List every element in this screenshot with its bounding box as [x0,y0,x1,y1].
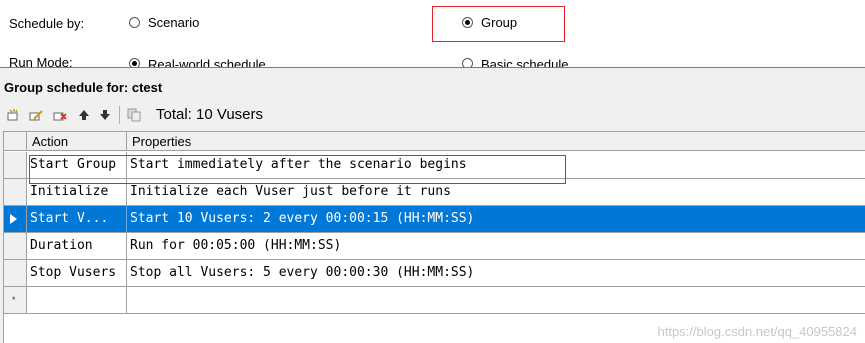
toolbar: Total: 10 Vusers [0,103,865,127]
edit-action-icon[interactable] [28,107,44,123]
properties-cell[interactable]: Start 10 Vusers: 2 every 00:00:15 (HH:MM… [127,206,865,232]
current-row-arrow-icon [10,214,17,224]
move-down-icon[interactable] [97,107,113,123]
table-row[interactable]: Duration Run for 00:05:00 (HH:MM:SS) [4,233,865,260]
move-up-icon[interactable] [76,107,92,123]
panel-title: Group schedule for: ctest [4,80,163,95]
watermark: https://blog.csdn.net/qq_40955824 [657,324,858,339]
new-row[interactable]: * [4,287,865,314]
row-header[interactable] [4,152,27,178]
properties-cell[interactable]: Run for 00:05:00 (HH:MM:SS) [127,233,865,259]
properties-cell[interactable]: Stop all Vusers: 5 every 00:00:30 (HH:MM… [127,260,865,286]
row-header-corner [4,132,27,151]
action-cell[interactable]: Stop Vusers [27,260,127,286]
row-header[interactable] [4,260,27,286]
action-cell[interactable]: Start V... [27,206,127,232]
table-row[interactable]: Stop Vusers Stop all Vusers: 5 every 00:… [4,260,865,287]
new-row-marker: * [12,295,16,305]
schedule-by-label: Schedule by: [9,16,85,31]
basic-schedule-option-label[interactable]: Basic schedule [481,57,568,67]
real-world-radio[interactable] [129,58,140,67]
row-header[interactable] [4,233,27,259]
scenario-option-label[interactable]: Scenario [148,15,199,30]
column-header-properties[interactable]: Properties [127,132,865,151]
table-row-selected[interactable]: Start V... Start 10 Vusers: 2 every 00:0… [4,206,865,233]
row-highlight-box [29,155,566,184]
row-header[interactable]: * [4,287,27,313]
properties-cell[interactable] [127,287,865,313]
schedule-options: Schedule by: Scenario Group Run Mode: Re… [0,0,865,67]
copy-icon[interactable] [126,107,142,123]
total-vusers-label: Total: 10 Vusers [156,106,263,123]
scenario-radio[interactable] [129,17,140,28]
basic-schedule-radio[interactable] [462,58,473,67]
delete-action-icon[interactable] [52,107,68,123]
group-schedule-panel: Group schedule for: ctest Total: 10 Vuse… [0,68,865,343]
column-header-action[interactable]: Action [27,132,127,151]
row-header[interactable] [4,179,27,205]
real-world-option-label[interactable]: Real-world schedule [148,57,266,67]
grid-header: Action Properties [4,132,865,151]
action-cell[interactable]: Duration [27,233,127,259]
group-highlight-box [432,6,565,42]
toolbar-separator [119,106,120,124]
row-header[interactable] [4,206,27,232]
run-mode-label: Run Mode: [9,55,73,67]
action-cell[interactable] [27,287,127,313]
new-action-icon[interactable] [5,107,21,123]
